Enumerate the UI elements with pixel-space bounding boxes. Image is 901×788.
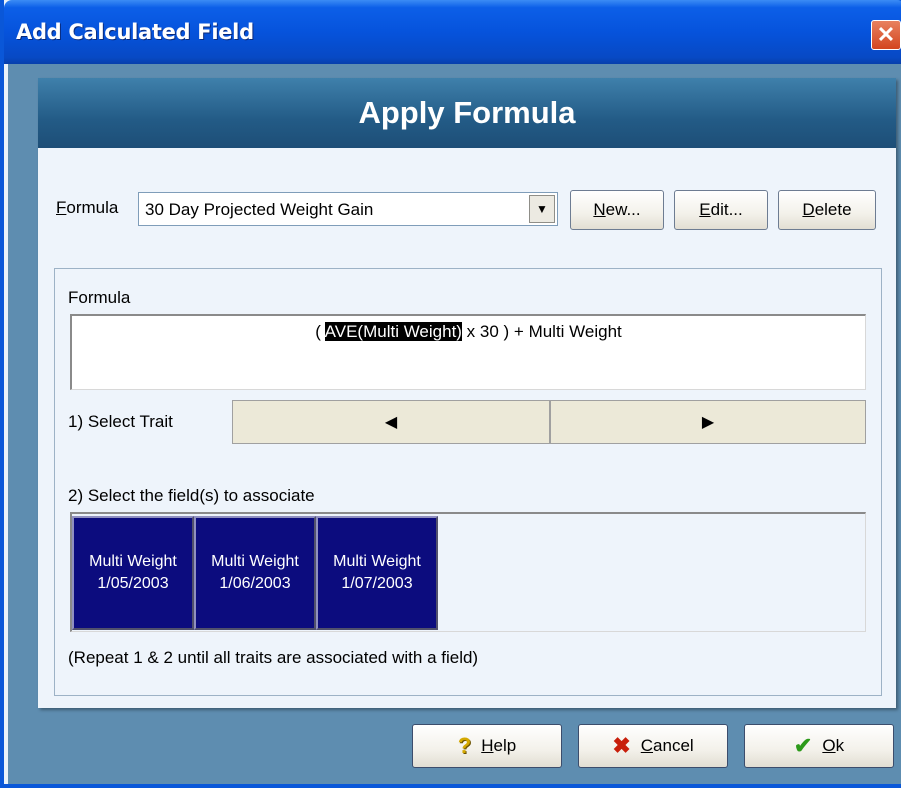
formula-expression-box[interactable]: ( AVE(Multi Weight) x 30 ) + Multi Weigh… bbox=[70, 314, 866, 390]
ok-button[interactable]: ✔ Ok bbox=[744, 724, 894, 768]
previous-trait-button[interactable]: ◀ bbox=[232, 400, 550, 444]
close-icon: ✕ bbox=[876, 22, 896, 47]
selected-trait-token[interactable]: AVE(Multi Weight) bbox=[324, 322, 462, 341]
main-panel: Apply Formula Formula 30 Day Projected W… bbox=[38, 78, 896, 708]
field-tile[interactable]: Multi Weight 1/07/2003 bbox=[316, 516, 438, 630]
ok-label: Ok bbox=[822, 736, 845, 755]
help-button[interactable]: ? Help bbox=[412, 724, 562, 768]
arrow-right-icon: ▶ bbox=[701, 414, 715, 431]
new-formula-button[interactable]: New... bbox=[570, 190, 664, 230]
window-title: Add Calculated Field bbox=[16, 20, 254, 44]
formula-expression: ( AVE(Multi Weight) x 30 ) + Multi Weigh… bbox=[315, 322, 622, 341]
banner-title: Apply Formula bbox=[358, 95, 576, 130]
select-trait-label: 1) Select Trait bbox=[68, 412, 173, 431]
formula-label: Formula bbox=[68, 288, 131, 307]
field-tile[interactable]: Multi Weight 1/06/2003 bbox=[194, 516, 316, 630]
help-label: Help bbox=[481, 736, 517, 755]
chevron-down-icon[interactable]: ▼ bbox=[529, 195, 555, 223]
formula-dropdown[interactable]: 30 Day Projected Weight Gain ▼ bbox=[138, 192, 558, 226]
edit-formula-button[interactable]: Edit... bbox=[674, 190, 768, 230]
formula-dropdown-value: 30 Day Projected Weight Gain bbox=[145, 200, 374, 219]
check-icon: ✔ bbox=[793, 733, 813, 758]
dialog-window: Add Calculated Field ✕ Apply Formula For… bbox=[0, 0, 901, 788]
close-button[interactable]: ✕ bbox=[871, 20, 901, 50]
cancel-button[interactable]: ✖ Cancel bbox=[578, 724, 728, 768]
delete-formula-button[interactable]: Delete bbox=[778, 190, 876, 230]
select-fields-label: 2) Select the field(s) to associate bbox=[68, 486, 315, 505]
next-trait-button[interactable]: ▶ bbox=[550, 400, 866, 444]
x-icon: ✖ bbox=[612, 733, 631, 758]
repeat-hint: (Repeat 1 & 2 until all traits are assoc… bbox=[68, 648, 479, 667]
cancel-label: Cancel bbox=[640, 736, 694, 755]
dialog-content: Apply Formula Formula 30 Day Projected W… bbox=[8, 64, 901, 784]
title-bar[interactable]: Add Calculated Field ✕ bbox=[4, 0, 901, 64]
question-icon: ? bbox=[457, 733, 472, 758]
header-banner: Apply Formula bbox=[38, 78, 896, 148]
arrow-left-icon: ◀ bbox=[384, 414, 398, 431]
formula-select-label: Formula bbox=[56, 198, 119, 217]
field-list: Multi Weight 1/05/2003 Multi Weight 1/06… bbox=[70, 512, 866, 632]
field-tile[interactable]: Multi Weight 1/05/2003 bbox=[72, 516, 194, 630]
